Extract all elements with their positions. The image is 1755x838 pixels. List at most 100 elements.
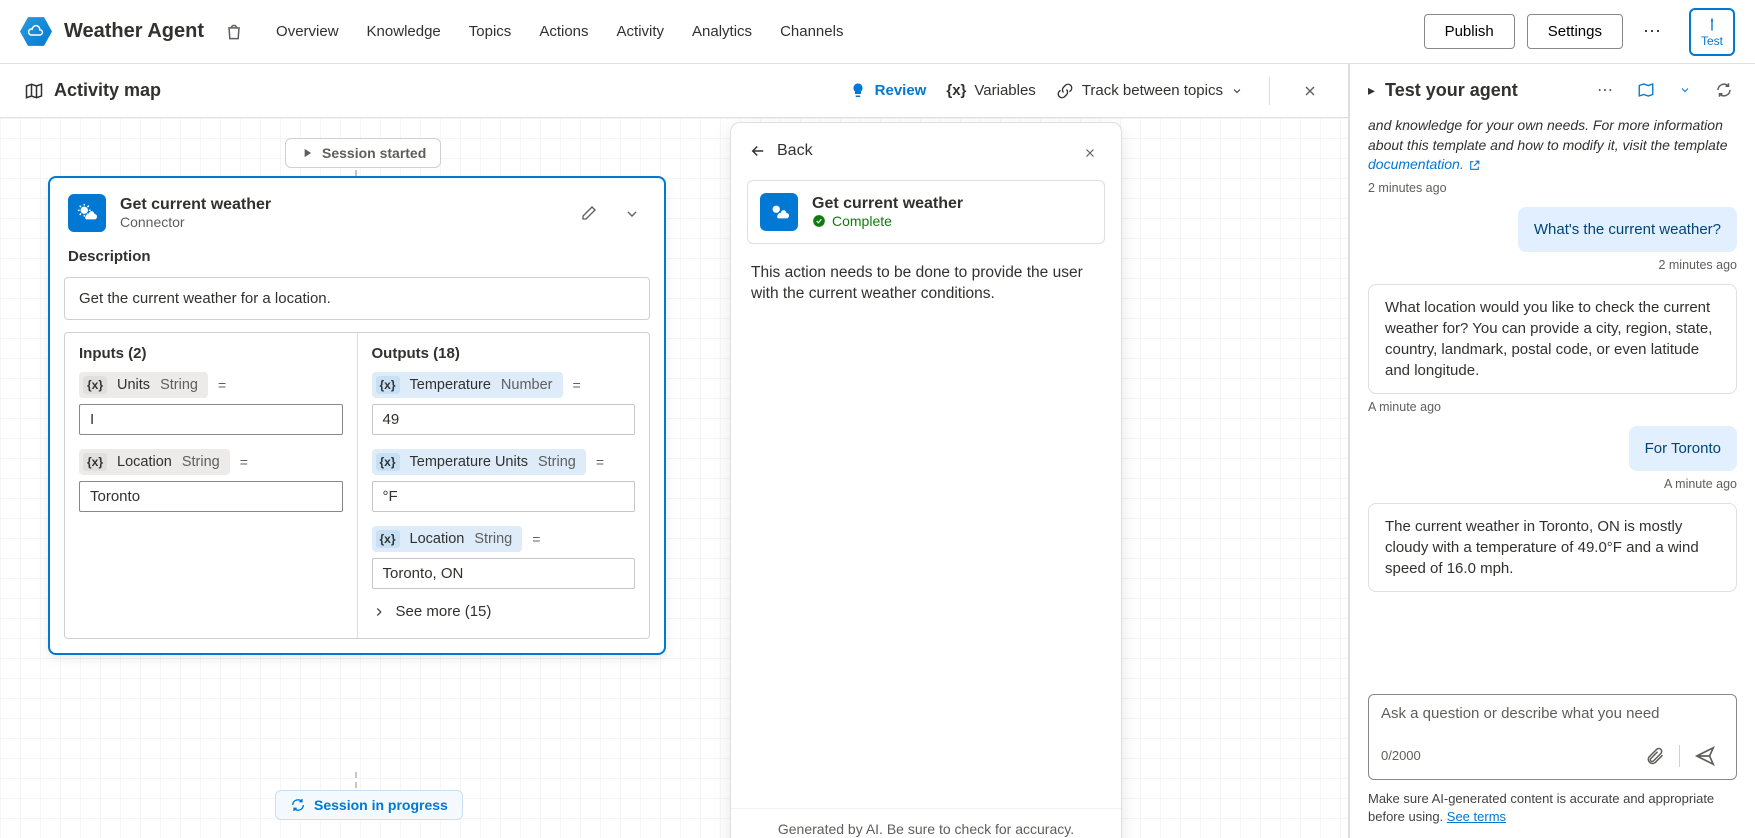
output-value-temperature: 49 — [372, 404, 636, 435]
variable-icon: {x} — [83, 453, 107, 471]
canvas-area: Activity map Review {x} Variables Track … — [0, 64, 1349, 838]
detail-body: This action needs to be done to provide … — [731, 244, 1121, 809]
timestamp: 2 minutes ago — [1368, 258, 1737, 272]
variable-icon: {x} — [946, 82, 966, 99]
detail-title: Get current weather — [812, 195, 963, 213]
map-icon — [24, 81, 44, 101]
output-value-temp-units: °F — [372, 481, 636, 512]
nav-tab-overview[interactable]: Overview — [276, 19, 339, 44]
play-icon — [300, 146, 314, 160]
inputs-heading: Inputs (2) — [79, 345, 343, 362]
chevron-down-icon — [1231, 85, 1243, 97]
link-icon — [1056, 82, 1074, 100]
nav-tabs: Overview Knowledge Topics Actions Activi… — [276, 19, 843, 44]
timestamp: A minute ago — [1368, 400, 1737, 414]
input-var-location[interactable]: {x} Location String — [79, 449, 230, 475]
app-name: Weather Agent — [64, 20, 204, 43]
review-toggle[interactable]: Review — [849, 82, 927, 100]
collapse-icon[interactable]: ▸ — [1368, 82, 1375, 99]
output-value-location: Toronto, ON — [372, 558, 636, 589]
weather-icon — [760, 193, 798, 231]
see-more-button[interactable]: See more (15) — [372, 603, 636, 620]
chat-scroll[interactable]: and knowledge for your own needs. For mo… — [1350, 116, 1755, 684]
disclaimer: Make sure AI-generated content is accura… — [1350, 790, 1755, 838]
test-button-label: Test — [1701, 34, 1723, 48]
app-logo — [20, 16, 52, 48]
canvas-title: Activity map — [24, 80, 161, 101]
timestamp: 2 minutes ago — [1368, 181, 1737, 195]
session-in-progress-chip: Session in progress — [275, 790, 463, 820]
char-count: 0/2000 — [1381, 748, 1637, 763]
description-text: Get the current weather for a location. — [64, 277, 650, 320]
close-canvas-button[interactable] — [1296, 76, 1324, 105]
track-topics-button[interactable]: Track between topics — [1056, 82, 1243, 100]
variable-icon: {x} — [83, 376, 107, 394]
back-button[interactable]: Back — [749, 142, 813, 160]
input-value-location[interactable]: Toronto — [79, 481, 343, 512]
variable-icon: {x} — [376, 376, 400, 394]
close-detail-button[interactable] — [1077, 137, 1103, 165]
session-started-chip: Session started — [285, 138, 441, 168]
user-message: For Toronto — [1629, 426, 1737, 471]
inputs-column: Inputs (2) {x} Units String = I — [65, 333, 357, 638]
detail-summary-card: Get current weather Complete — [747, 180, 1105, 244]
shopping-bag-icon[interactable] — [224, 22, 244, 42]
chevron-down-icon[interactable] — [618, 199, 646, 228]
external-link-icon — [1468, 159, 1481, 172]
graph-surface[interactable]: Session started Get current weather Conn… — [0, 118, 1348, 838]
user-message: What's the current weather? — [1518, 207, 1737, 252]
node-subtitle: Connector — [120, 214, 271, 230]
variable-icon: {x} — [376, 453, 400, 471]
nav-tab-activity[interactable]: Activity — [617, 19, 665, 44]
canvas-toolbar: Activity map Review {x} Variables Track … — [0, 64, 1348, 118]
detail-footer: Generated by AI. Be sure to check for ac… — [731, 808, 1121, 838]
output-var-temp-units[interactable]: {x} Temperature Units String — [372, 449, 586, 475]
action-detail-pane: Back Get current weather — [730, 122, 1122, 838]
send-icon[interactable] — [1686, 741, 1724, 771]
nav-tab-analytics[interactable]: Analytics — [692, 19, 752, 44]
input-var-units[interactable]: {x} Units String — [79, 372, 208, 398]
test-pane-title: Test your agent — [1385, 80, 1577, 101]
nav-tab-topics[interactable]: Topics — [469, 19, 512, 44]
check-circle-icon — [812, 214, 826, 228]
map-icon[interactable] — [1633, 77, 1659, 103]
output-var-location[interactable]: {x} Location String — [372, 526, 523, 552]
documentation-link[interactable]: documentation. — [1368, 156, 1464, 172]
edit-icon[interactable] — [574, 198, 604, 228]
connector-node[interactable]: Get current weather Connector Descriptio… — [48, 176, 666, 655]
more-icon[interactable]: ⋯ — [1593, 76, 1617, 104]
settings-button[interactable]: Settings — [1527, 14, 1623, 49]
intro-text: and knowledge for your own needs. For mo… — [1368, 116, 1737, 175]
nav-tab-actions[interactable]: Actions — [539, 19, 588, 44]
chevron-right-icon — [372, 605, 386, 619]
output-var-temperature[interactable]: {x} Temperature Number — [372, 372, 563, 398]
variable-icon: {x} — [376, 530, 400, 548]
chat-input[interactable] — [1381, 705, 1724, 722]
input-value-units[interactable]: I — [79, 404, 343, 435]
publish-button[interactable]: Publish — [1424, 14, 1515, 49]
chevron-down-icon[interactable] — [1675, 77, 1695, 103]
refresh-icon — [290, 797, 306, 813]
timestamp: A minute ago — [1368, 477, 1737, 491]
test-pane: ▸ Test your agent ⋯ and knowledge for yo… — [1349, 64, 1755, 838]
see-terms-link[interactable]: See terms — [1447, 809, 1506, 824]
test-button[interactable]: Test — [1689, 8, 1735, 56]
composer: 0/2000 — [1368, 694, 1737, 780]
node-title: Get current weather — [120, 196, 271, 214]
top-bar: Weather Agent Overview Knowledge Topics … — [0, 0, 1755, 64]
arrow-left-icon — [749, 142, 767, 160]
lightbulb-icon — [849, 82, 867, 100]
outputs-column: Outputs (18) {x} Temperature Number = 49 — [357, 333, 650, 638]
nav-tab-knowledge[interactable]: Knowledge — [367, 19, 441, 44]
variables-button[interactable]: {x} Variables — [946, 82, 1035, 99]
bot-message: What location would you like to check th… — [1368, 284, 1737, 394]
attach-icon[interactable] — [1637, 742, 1673, 770]
bot-message: The current weather in Toronto, ON is mo… — [1368, 503, 1737, 592]
refresh-icon[interactable] — [1711, 77, 1737, 103]
description-label: Description — [50, 242, 664, 271]
more-button[interactable]: ⋯ — [1635, 13, 1669, 50]
outputs-heading: Outputs (18) — [372, 345, 636, 362]
nav-tab-channels[interactable]: Channels — [780, 19, 843, 44]
weather-icon — [68, 194, 106, 232]
detail-status: Complete — [812, 213, 963, 229]
